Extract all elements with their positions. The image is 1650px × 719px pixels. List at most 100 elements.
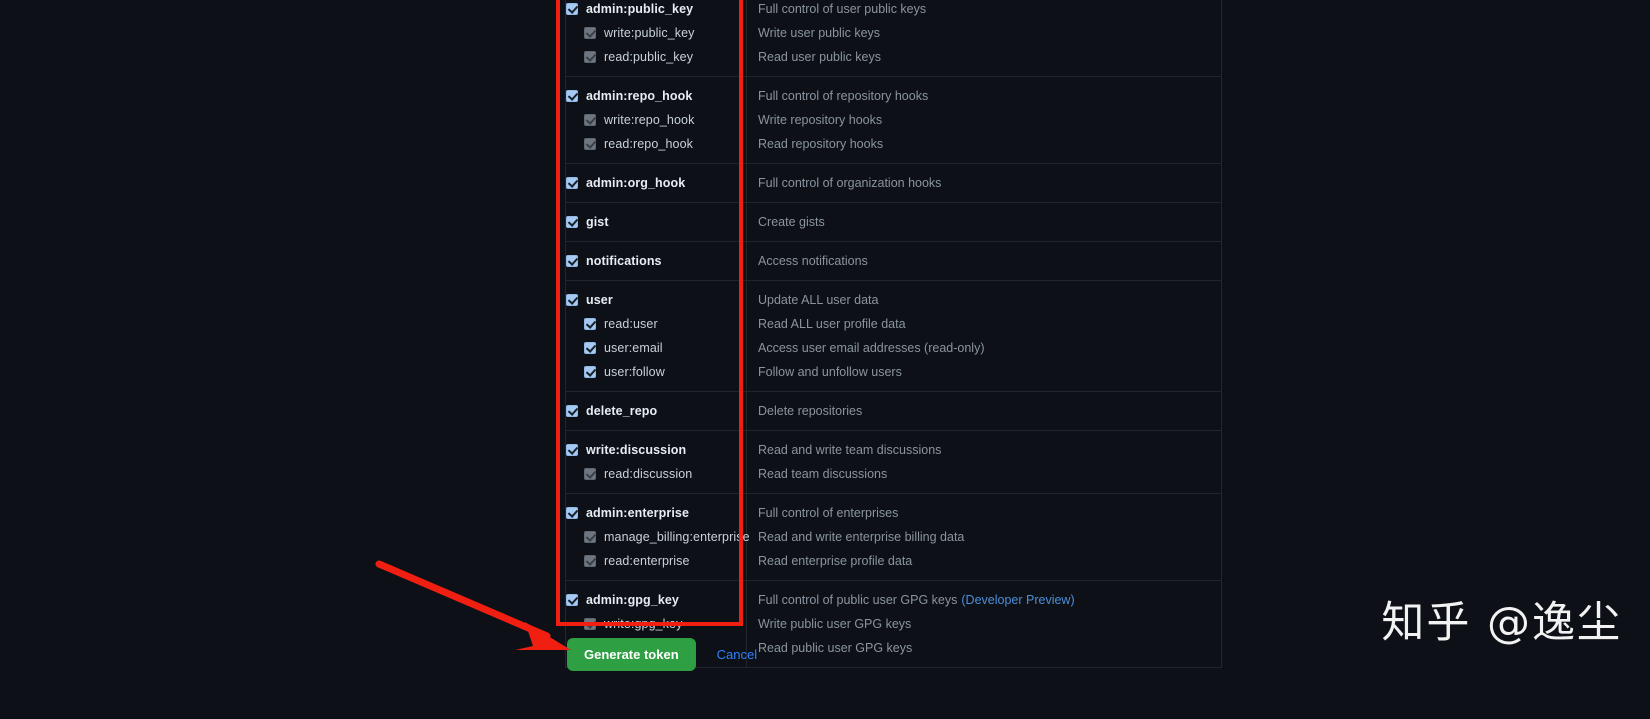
scope-name-column: delete_repo bbox=[566, 392, 747, 430]
scope-group: write:discussion read:discussion Read and … bbox=[566, 431, 1221, 494]
scope-row[interactable]: admin:enterprise bbox=[566, 501, 746, 525]
checkbox-user:follow[interactable] bbox=[584, 366, 596, 378]
scope-row[interactable]: admin:org_hook bbox=[566, 171, 746, 195]
scope-description-column: Delete repositories bbox=[747, 392, 1221, 430]
scope-sub-row[interactable]: read:enterprise bbox=[566, 549, 746, 573]
scope-row[interactable]: user bbox=[566, 288, 746, 312]
scope-name-column: gist bbox=[566, 203, 747, 241]
checkbox-gist[interactable] bbox=[566, 216, 578, 228]
checkbox-read:user[interactable] bbox=[584, 318, 596, 330]
scope-label: read:user bbox=[604, 317, 658, 331]
scope-row[interactable]: notifications bbox=[566, 249, 746, 273]
scope-sub-row[interactable]: read:discussion bbox=[566, 462, 746, 486]
checkbox-notifications[interactable] bbox=[566, 255, 578, 267]
scope-description: Access user email addresses (read-only) bbox=[758, 341, 985, 355]
scope-description: Update ALL user data bbox=[758, 293, 879, 307]
scope-description-column: Create gists bbox=[747, 203, 1221, 241]
scope-description: Read user public keys bbox=[758, 50, 881, 64]
watermark-text: 知乎 @逸尘 bbox=[1381, 598, 1622, 648]
scope-description: Write repository hooks bbox=[758, 113, 883, 127]
scope-sub-row[interactable]: write:repo_hook bbox=[566, 108, 746, 132]
scope-row[interactable]: admin:repo_hook bbox=[566, 84, 746, 108]
generate-token-button[interactable]: Generate token bbox=[567, 638, 696, 671]
scope-description-column: Update ALL user data Read ALL user profil… bbox=[747, 281, 1221, 391]
scope-row[interactable]: gist bbox=[566, 210, 746, 234]
scope-description-column: Full control of repository hooks Write re… bbox=[747, 77, 1221, 163]
scope-description-column: Full control of organization hooks bbox=[747, 164, 1221, 202]
checkbox-admin:enterprise[interactable] bbox=[566, 507, 578, 519]
scope-label: user bbox=[586, 293, 613, 307]
scope-description-column: Full control of enterprises Read and writ… bbox=[747, 494, 1221, 580]
scope-description: Full control of organization hooks bbox=[758, 176, 942, 190]
scope-label: admin:public_key bbox=[586, 2, 694, 16]
scope-row[interactable]: delete_repo bbox=[566, 399, 746, 423]
scope-name-column: admin:org_hook bbox=[566, 164, 747, 202]
scope-group: admin:org_hook Full control of organizati… bbox=[566, 164, 1221, 203]
scope-sub-row[interactable]: user:email bbox=[566, 336, 746, 360]
scope-label: write:gpg_key bbox=[604, 617, 683, 631]
checkbox-admin:org_hook[interactable] bbox=[566, 177, 578, 189]
scope-permissions-table: admin:public_key write:public_key read:pub… bbox=[565, 0, 1222, 668]
checkbox-write:discussion[interactable] bbox=[566, 444, 578, 456]
checkbox-admin:public_key[interactable] bbox=[566, 3, 578, 15]
scope-description-column: Full control of user public keys Write us… bbox=[747, 0, 1221, 76]
scope-row[interactable]: admin:gpg_key bbox=[566, 588, 746, 612]
checkbox-user[interactable] bbox=[566, 294, 578, 306]
scope-group: admin:repo_hook write:repo_hook read:repo_… bbox=[566, 77, 1221, 164]
scope-description: Read and write enterprise billing data bbox=[758, 530, 965, 544]
scope-description: Read and write team discussions bbox=[758, 443, 942, 457]
cancel-link[interactable]: Cancel bbox=[717, 647, 757, 662]
scope-group: gist Create gists bbox=[566, 203, 1221, 242]
scope-label: write:discussion bbox=[586, 443, 687, 457]
scope-label: delete_repo bbox=[586, 404, 658, 418]
scope-name-column: admin:enterprise manage_billing:enterpris… bbox=[566, 494, 750, 580]
scope-sub-row[interactable]: write:public_key bbox=[566, 21, 746, 45]
scope-label: gist bbox=[586, 215, 609, 229]
scope-sub-row[interactable]: manage_billing:enterprise bbox=[566, 525, 750, 549]
scope-description: Full control of repository hooks bbox=[758, 89, 929, 103]
scope-description: Delete repositories bbox=[758, 404, 863, 418]
scope-label: manage_billing:enterprise bbox=[604, 530, 750, 544]
checkbox-read:repo_hook bbox=[584, 138, 596, 150]
scope-description: Read repository hooks bbox=[758, 137, 884, 151]
scope-label: write:public_key bbox=[604, 26, 695, 40]
scope-sub-row[interactable]: read:public_key bbox=[566, 45, 746, 69]
scope-description: Write user public keys bbox=[758, 26, 881, 40]
scope-label: admin:org_hook bbox=[586, 176, 686, 190]
scope-sub-row[interactable]: read:repo_hook bbox=[566, 132, 746, 156]
scope-description: Full control of user public keys bbox=[758, 2, 927, 16]
scope-description: Read team discussions bbox=[758, 467, 888, 481]
scope-description: Full control of enterprises bbox=[758, 506, 899, 520]
scope-label: user:follow bbox=[604, 365, 665, 379]
checkbox-admin:repo_hook[interactable] bbox=[566, 90, 578, 102]
scope-description: Create gists bbox=[758, 215, 825, 229]
checkbox-write:public_key bbox=[584, 27, 596, 39]
scope-description: Read public user GPG keys bbox=[758, 641, 913, 655]
scope-label: notifications bbox=[586, 254, 662, 268]
scope-name-column: user read:user user:email user:follow bbox=[566, 281, 747, 391]
scope-row[interactable]: admin:public_key bbox=[566, 0, 746, 21]
scope-description-column: Access notifications bbox=[747, 242, 1221, 280]
scope-label: read:repo_hook bbox=[604, 137, 693, 151]
scope-group: notifications Access notifications bbox=[566, 242, 1221, 281]
checkbox-user:email[interactable] bbox=[584, 342, 596, 354]
scope-label: read:discussion bbox=[604, 467, 693, 481]
scope-label: admin:gpg_key bbox=[586, 593, 679, 607]
scope-sub-row[interactable]: user:follow bbox=[566, 360, 746, 384]
checkbox-write:repo_hook bbox=[584, 114, 596, 126]
checkbox-delete_repo[interactable] bbox=[566, 405, 578, 417]
scope-name-column: notifications bbox=[566, 242, 747, 280]
scope-group: delete_repo Delete repositories bbox=[566, 392, 1221, 431]
scope-description: Access notifications bbox=[758, 254, 868, 268]
scope-group: admin:public_key write:public_key read:pub… bbox=[566, 0, 1221, 77]
scope-sub-row[interactable]: read:user bbox=[566, 312, 746, 336]
developer-preview-link[interactable]: (Developer Preview) bbox=[961, 593, 1074, 607]
scope-label: read:enterprise bbox=[604, 554, 690, 568]
annotation-red-arrow bbox=[375, 560, 571, 650]
scope-description: Full control of public user GPG keys (Dev… bbox=[758, 593, 1075, 607]
scope-description: Read ALL user profile data bbox=[758, 317, 906, 331]
scope-label: read:public_key bbox=[604, 50, 694, 64]
scope-description: Write public user GPG keys bbox=[758, 617, 912, 631]
scope-sub-row[interactable]: write:gpg_key bbox=[566, 612, 746, 636]
scope-row[interactable]: write:discussion bbox=[566, 438, 746, 462]
